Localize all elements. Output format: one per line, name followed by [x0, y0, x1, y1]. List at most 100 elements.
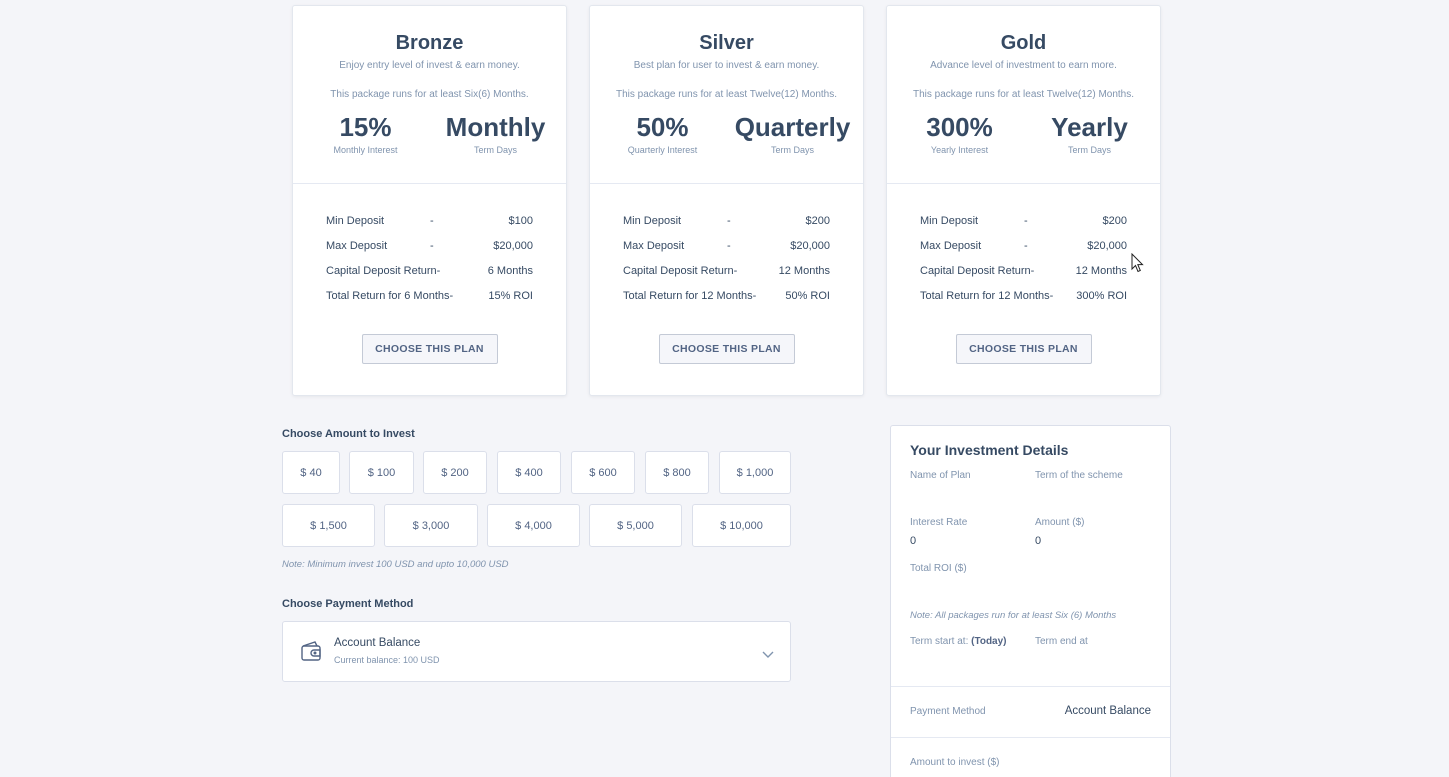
plan-row-value: 50% ROI	[785, 290, 830, 302]
plan-row: Max Deposit - $20,000	[920, 238, 1127, 263]
plan-row-label: Max Deposit	[623, 240, 685, 252]
plan-row: Capital Deposit Return- 6 Months	[326, 263, 533, 288]
investment-details-panel: Your Investment Details Name of Plan Ter…	[890, 425, 1171, 777]
interest-rate-label: Interest Rate	[910, 517, 968, 528]
amount-option-button[interactable]: $ 1,500	[282, 504, 375, 547]
plan-card-silver: Silver Best plan for user to invest & ear…	[589, 5, 864, 396]
amount-option-button[interactable]: $ 1,000	[719, 451, 791, 494]
plan-interest-label: Monthly Interest	[333, 145, 398, 155]
term-start-label: Term start at: (Today)	[910, 636, 1007, 647]
term-end-label: Term end at	[1035, 636, 1088, 647]
plan-divider	[293, 183, 566, 184]
amount-note: Note: Minimum invest 100 USD and upto 10…	[282, 559, 509, 570]
plan-interest-value: 50%	[636, 112, 689, 142]
amount-to-invest-label: Amount to invest ($)	[910, 757, 1000, 768]
choose-plan-button[interactable]: CHOOSE THIS PLAN	[658, 334, 795, 364]
amount-option-button[interactable]: $ 800	[645, 451, 709, 494]
amount-section-title: Choose Amount to Invest	[282, 428, 415, 440]
plan-row-label: Max Deposit	[326, 240, 388, 252]
plan-term-label: Term Days	[473, 145, 517, 155]
plan-duration-note: This package runs for at least Twelve(12…	[912, 89, 1135, 100]
name-of-plan-label: Name of Plan	[910, 470, 971, 481]
plan-row: Max Deposit - $20,000	[326, 238, 533, 263]
payment-method-name: Account Balance	[334, 637, 421, 649]
plan-name: Gold	[1000, 32, 1047, 54]
plan-term: Monthly Term Days	[433, 112, 558, 155]
plan-row-value: 12 Months	[1075, 265, 1127, 277]
plan-row: Total Return for 6 Months- 15% ROI	[326, 288, 533, 313]
chevron-down-icon[interactable]	[762, 646, 774, 664]
plan-row: Capital Deposit Return- 12 Months	[623, 263, 830, 288]
amount-label: Amount ($)	[1035, 517, 1085, 528]
plan-row-value: $20,000	[790, 240, 830, 252]
plan-row-value: 12 Months	[778, 265, 830, 277]
amount-option-button[interactable]: $ 100	[349, 451, 414, 494]
plan-description: Enjoy entry level of invest & earn money…	[339, 60, 520, 71]
term-of-scheme-label: Term of the scheme	[1035, 470, 1123, 481]
plan-row-value: $200	[805, 215, 830, 227]
choose-plan-button[interactable]: CHOOSE THIS PLAN	[955, 334, 1092, 364]
payment-section-title: Choose Payment Method	[282, 598, 414, 610]
plan-duration-note: This package runs for at least Six(6) Mo…	[330, 89, 529, 100]
term-start-today: (Today)	[971, 636, 1007, 647]
plan-row-label: Total Return for 12 Months-	[920, 290, 1054, 302]
plan-row: Total Return for 12 Months- 50% ROI	[623, 288, 830, 313]
plan-row-separator: -	[430, 240, 434, 252]
mouse-cursor-icon	[1131, 252, 1144, 278]
plan-interest-value: 15%	[339, 112, 392, 142]
payment-method-select[interactable]: Account Balance Current balance: 100 USD	[282, 621, 791, 682]
plan-row: Max Deposit - $20,000	[623, 238, 830, 263]
plan-row-label: Total Return for 6 Months-	[326, 290, 454, 302]
plan-row-value: $20,000	[1087, 240, 1127, 252]
amount-value: 0	[1035, 535, 1042, 547]
amount-option-button[interactable]: $ 600	[571, 451, 635, 494]
amount-option-button[interactable]: $ 40	[282, 451, 340, 494]
plan-description: Advance level of investment to earn more…	[930, 60, 1117, 71]
plan-term-value: Quarterly	[734, 112, 851, 142]
plan-row-value: $20,000	[493, 240, 533, 252]
plan-row-separator: -	[1024, 240, 1028, 252]
details-divider	[891, 686, 1170, 687]
plan-row-separator: -	[727, 240, 731, 252]
plan-row-label: Capital Deposit Return-	[326, 265, 441, 277]
amount-option-button[interactable]: $ 5,000	[589, 504, 682, 547]
payment-method-label: Payment Method	[910, 706, 986, 717]
plan-row-value: $200	[1102, 215, 1127, 227]
plan-interest-label: Quarterly Interest	[627, 145, 698, 155]
plan-row-separator: -	[430, 215, 434, 227]
plan-row: Min Deposit - $100	[326, 213, 533, 238]
amount-option-button[interactable]: $ 200	[423, 451, 487, 494]
plan-divider	[590, 183, 863, 184]
total-roi-label: Total ROI ($)	[910, 563, 967, 574]
payment-method-value: Account Balance	[1064, 705, 1151, 717]
plan-name: Silver	[699, 32, 754, 54]
plan-row: Min Deposit - $200	[920, 213, 1127, 238]
plan-term-value: Monthly	[445, 112, 546, 142]
plan-row-label: Total Return for 12 Months-	[623, 290, 757, 302]
plan-row-separator: -	[1024, 215, 1028, 227]
amount-option-button[interactable]: $ 4,000	[487, 504, 580, 547]
plan-term-label: Term Days	[1067, 145, 1111, 155]
plan-interest-value: 300%	[926, 112, 993, 142]
payment-balance: Current balance: 100 USD	[334, 655, 440, 665]
plan-row: Total Return for 12 Months- 300% ROI	[920, 288, 1127, 313]
amount-option-button[interactable]: $ 10,000	[692, 504, 791, 547]
plan-details: Min Deposit - $200 Max Deposit - $20,000 Capit…	[623, 213, 830, 313]
plan-description: Best plan for user to invest & earn mone…	[633, 60, 820, 71]
interest-rate-value: 0	[910, 535, 917, 547]
plan-row-value: 6 Months	[487, 265, 533, 277]
plan-row-label: Capital Deposit Return-	[920, 265, 1035, 277]
plan-row-value: 300% ROI	[1076, 290, 1127, 302]
plan-term: Quarterly Term Days	[730, 112, 855, 155]
plan-row-value: $100	[508, 215, 533, 227]
choose-plan-button[interactable]: CHOOSE THIS PLAN	[361, 334, 498, 364]
plan-name: Bronze	[395, 32, 464, 54]
plan-interest: 15% Monthly Interest	[313, 112, 418, 155]
plan-row-label: Min Deposit	[920, 215, 979, 227]
plan-divider	[887, 183, 1160, 184]
plan-term: Yearly Term Days	[1027, 112, 1152, 155]
amount-option-button[interactable]: $ 400	[497, 451, 561, 494]
plan-interest: 50% Quarterly Interest	[610, 112, 715, 155]
term-start-text: Term start at:	[910, 636, 969, 647]
amount-option-button[interactable]: $ 3,000	[384, 504, 478, 547]
